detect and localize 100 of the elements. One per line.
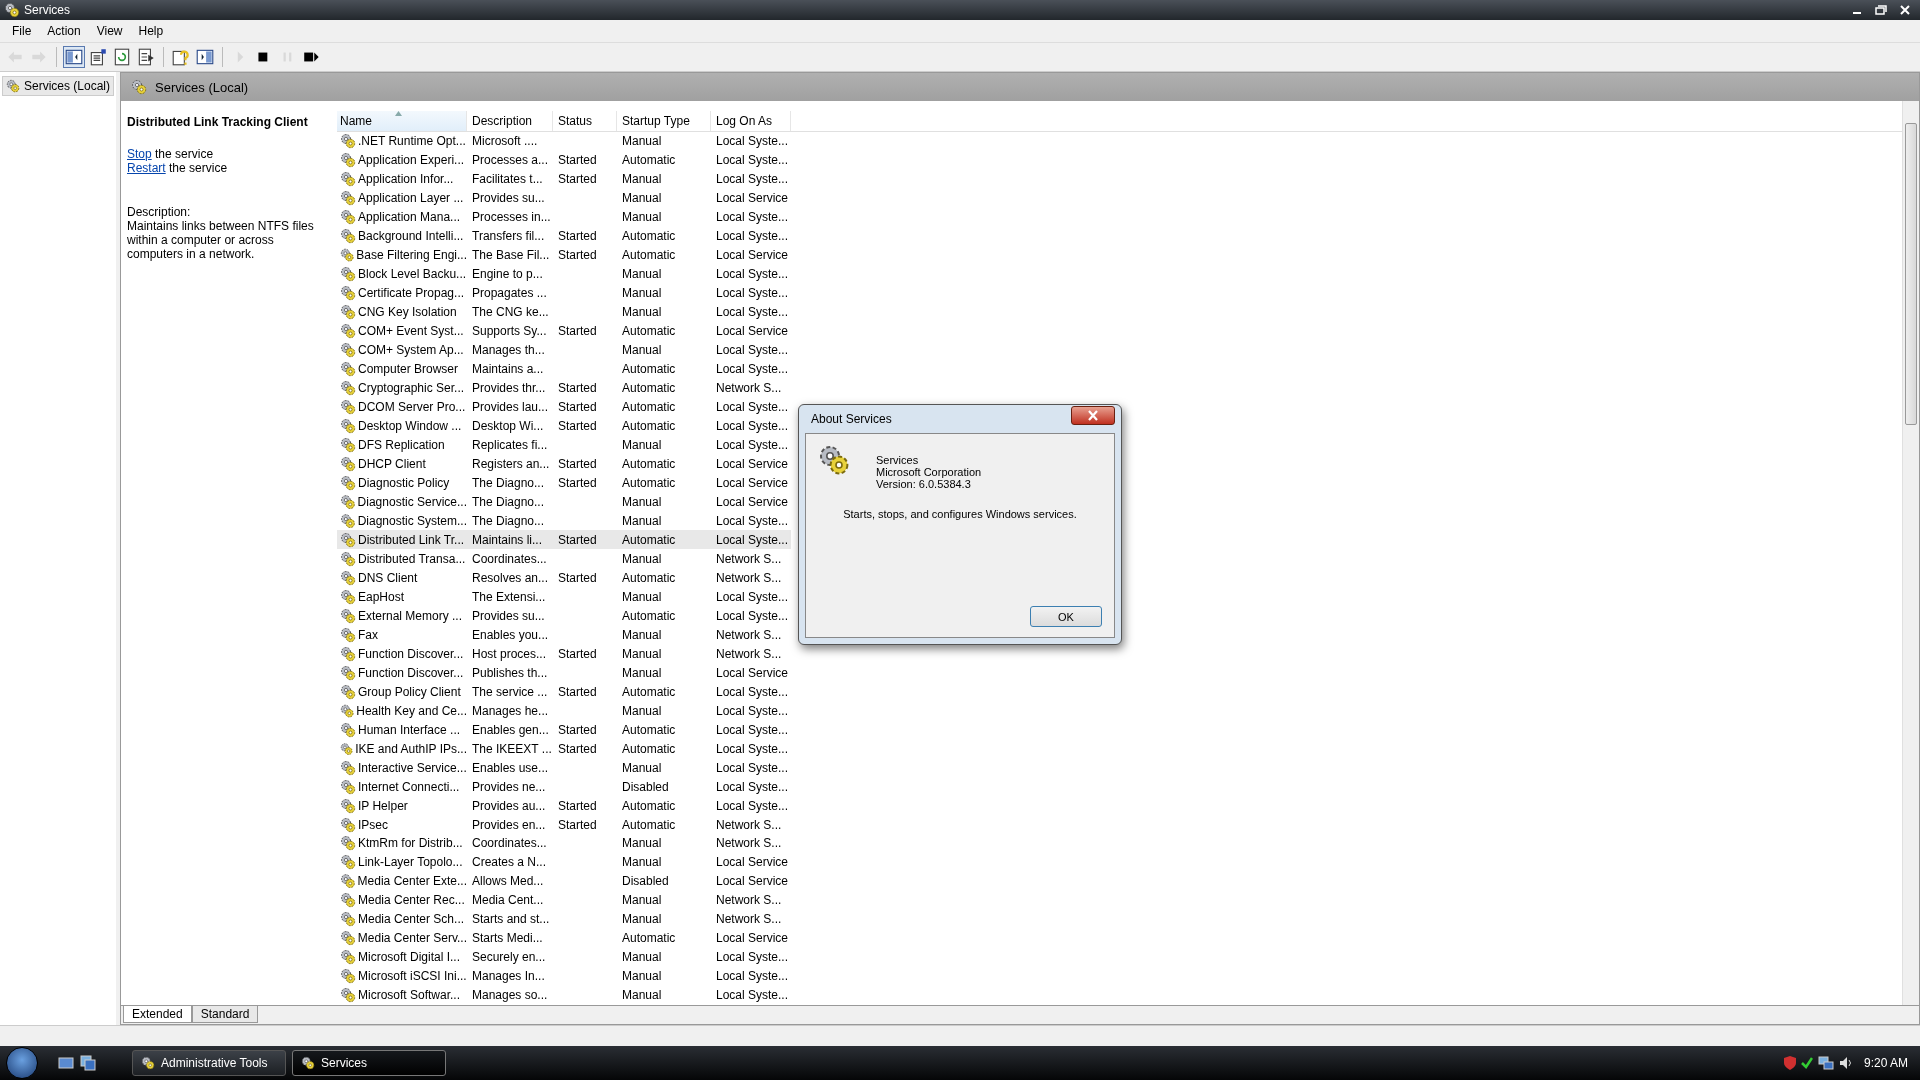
- service-name: Distributed Link Tr...: [358, 532, 465, 547]
- service-row[interactable]: Distributed Link Tr... Maintains li... Started Automatic Local Syste...: [337, 530, 791, 550]
- service-row[interactable]: Group Policy Client The service ... Started Automatic Local Syste...: [337, 682, 791, 702]
- service-row[interactable]: Microsoft Softwar... Manages so... Manual Local Syste...: [337, 985, 791, 1005]
- service-row[interactable]: IPsec Provides en... Started Automatic Network S...: [337, 815, 791, 834]
- column-header[interactable]: Description: [467, 111, 553, 131]
- service-row[interactable]: Microsoft Digital I... Securely en... Manual Local Syste...: [337, 947, 791, 967]
- speaker-icon[interactable]: [1838, 1056, 1853, 1070]
- column-header[interactable]: Name: [337, 111, 467, 131]
- service-row[interactable]: Function Discover... Publishes th... Manual Local Service: [337, 663, 791, 683]
- log-on-as: Local Syste...: [716, 703, 789, 718]
- tree-item-label: Services (Local): [23, 79, 110, 93]
- service-row[interactable]: External Memory ... Provides su... Automatic Local Syste...: [337, 606, 791, 626]
- service-row[interactable]: Diagnostic Policy The Diagno... Started Automatic Local Service: [337, 473, 791, 493]
- service-row[interactable]: Fax Enables you... Manual Network S...: [337, 625, 791, 645]
- service-icon: [340, 683, 356, 700]
- service-row[interactable]: DNS Client Resolves an... Started Automatic Network S...: [337, 568, 791, 588]
- service-row[interactable]: Health Key and Ce... Manages he... Manual Local Syste...: [337, 701, 791, 721]
- view-tab[interactable]: Extended: [123, 1006, 192, 1023]
- service-row[interactable]: Function Discover... Host proces... Started Manual Network S...: [337, 644, 791, 664]
- service-row[interactable]: KtmRm for Distrib... Coordinates... Manual Network S...: [337, 834, 791, 853]
- service-row[interactable]: Base Filtering Engi... The Base Fil... Started Automatic Local Service: [337, 245, 791, 265]
- action-text: Stop the service: [127, 147, 215, 161]
- service-description: Coordinates...: [472, 551, 547, 566]
- service-row[interactable]: Internet Connecti... Provides ne... Disabled Local Syste...: [337, 777, 791, 797]
- column-header[interactable]: Startup Type: [617, 111, 711, 131]
- window-switch-icon[interactable]: [80, 1055, 96, 1071]
- service-row[interactable]: Application Layer ... Provides su... Manual Local Service: [337, 188, 791, 208]
- tree-item[interactable]: Services (Local): [2, 76, 114, 96]
- service-icon: [340, 626, 356, 643]
- close-icon[interactable]: [1071, 405, 1115, 425]
- scrollbar[interactable]: [1902, 101, 1919, 1005]
- action-link[interactable]: Stop: [127, 147, 152, 161]
- service-name: CNG Key Isolation: [358, 304, 457, 319]
- service-row[interactable]: Media Center Rec... Media Cent... Manual Network S...: [337, 890, 791, 910]
- service-row[interactable]: DFS Replication Replicates fi... Manual Local Syste...: [337, 435, 791, 455]
- service-row[interactable]: Background Intelli... Transfers fil... Started Automatic Local Syste...: [337, 226, 791, 246]
- startup-type: Automatic: [622, 741, 676, 756]
- ok-button[interactable]: OK: [1030, 606, 1102, 627]
- service-row[interactable]: Human Interface ... Enables gen... Started Automatic Local Syste...: [337, 720, 791, 740]
- log-on-as: Local Syste...: [716, 418, 789, 433]
- service-row[interactable]: CNG Key Isolation The CNG ke... Manual Local Syste...: [337, 302, 791, 322]
- startup-type: Automatic: [622, 532, 676, 547]
- check-icon[interactable]: [1800, 1056, 1813, 1070]
- service-row[interactable]: DCOM Server Pro... Provides lau... Started Automatic Local Syste...: [337, 397, 791, 417]
- log-on-as: Local Syste...: [716, 266, 789, 281]
- taskbar-button[interactable]: Administrative Tools: [132, 1050, 286, 1076]
- startup-type: Automatic: [622, 798, 676, 813]
- service-row[interactable]: Computer Browser Maintains a... Automatic Local Syste...: [337, 359, 791, 379]
- service-row[interactable]: Certificate Propag... Propagates ... Manual Local Syste...: [337, 283, 791, 303]
- service-description: The Extensi...: [472, 589, 546, 604]
- service-row[interactable]: Diagnostic Service... The Diagno... Manual Local Service: [337, 492, 791, 512]
- menu-item[interactable]: Action: [39, 22, 89, 40]
- service-row[interactable]: Block Level Backu... Engine to p... Manual Local Syste...: [337, 264, 791, 284]
- startup-type: Manual: [622, 551, 662, 566]
- service-row[interactable]: EapHost The Extensi... Manual Local Syste...: [337, 587, 791, 607]
- service-row[interactable]: Link-Layer Topolo... Creates a N... Manual Local Service: [337, 853, 791, 872]
- service-icon: [340, 379, 356, 396]
- service-row[interactable]: DHCP Client Registers an... Started Automatic Local Service: [337, 454, 791, 474]
- service-icon: [340, 892, 356, 909]
- menu-item[interactable]: Help: [130, 22, 172, 40]
- clock[interactable]: 9:20 AM: [1863, 1056, 1908, 1070]
- menu-item[interactable]: View: [88, 22, 131, 40]
- service-row[interactable]: Application Mana... Processes in... Manual Local Syste...: [337, 207, 791, 227]
- service-row[interactable]: Interactive Service... Enables use... Manual Local Syste...: [337, 758, 791, 778]
- service-row[interactable]: .NET Runtime Opt... Microsoft .... Manual Local Syste...: [337, 131, 791, 151]
- service-icon: [340, 664, 356, 681]
- column-header[interactable]: Log On As: [711, 111, 791, 131]
- desktop-icon[interactable]: [58, 1055, 74, 1071]
- service-row[interactable]: COM+ System Ap... Manages th... Manual Local Syste...: [337, 340, 791, 360]
- start-button[interactable]: [6, 1047, 38, 1079]
- service-row[interactable]: IKE and AuthIP IPs... The IKEEXT ... Started Automatic Local Syste...: [337, 739, 791, 759]
- service-status: Started: [558, 684, 597, 699]
- service-row[interactable]: Microsoft iSCSI Ini... Manages In... Manual Local Syste...: [337, 966, 791, 986]
- service-row[interactable]: Desktop Window ... Desktop Wi... Started Automatic Local Syste...: [337, 416, 791, 436]
- service-row[interactable]: Distributed Transa... Coordinates... Manual Network S...: [337, 549, 791, 569]
- log-on-as: Local Syste...: [716, 210, 789, 224]
- startup-type: Automatic: [622, 817, 676, 832]
- service-row[interactable]: IP Helper Provides au... Started Automatic Local Syste...: [337, 796, 791, 815]
- tree-toggle-icon[interactable]: [63, 46, 85, 68]
- shield-icon[interactable]: [1783, 1056, 1796, 1070]
- service-row[interactable]: Media Center Serv... Starts Medi... Automatic Local Service: [337, 928, 791, 948]
- service-row[interactable]: Diagnostic System... The Diagno... Manual Local Syste...: [337, 511, 791, 531]
- service-row[interactable]: COM+ Event Syst... Supports Sy... Started Automatic Local Service: [337, 321, 791, 341]
- view-tab[interactable]: Standard: [191, 1006, 259, 1023]
- column-header[interactable]: Status: [553, 111, 617, 131]
- service-row[interactable]: Application Experi... Processes a... Started Automatic Local Syste...: [337, 150, 791, 170]
- network-icon[interactable]: [1817, 1056, 1834, 1070]
- taskbar-button[interactable]: Services: [292, 1050, 446, 1076]
- action-link[interactable]: Restart: [127, 161, 166, 175]
- log-on-as: Local Service: [716, 931, 789, 946]
- scrollbar-thumb[interactable]: [1905, 123, 1917, 425]
- startup-type: Manual: [622, 627, 662, 642]
- service-row[interactable]: Cryptographic Ser... Provides thr... Started Automatic Network S...: [337, 378, 791, 398]
- menu-item[interactable]: File: [4, 22, 40, 40]
- service-row[interactable]: Media Center Sch... Starts and st... Manual Network S...: [337, 909, 791, 929]
- service-name: Cryptographic Ser...: [358, 380, 465, 395]
- service-description: Manages th...: [472, 342, 545, 357]
- service-row[interactable]: Application Infor... Facilitates t... Started Manual Local Syste...: [337, 169, 791, 189]
- service-row[interactable]: Media Center Exte... Allows Med... Disabled Local Service: [337, 871, 791, 891]
